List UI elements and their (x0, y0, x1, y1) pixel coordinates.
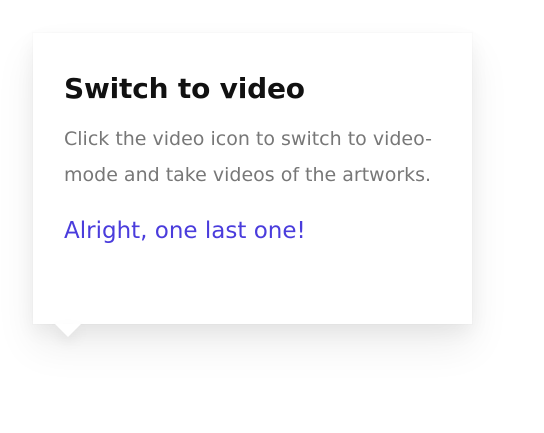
next-tip-button[interactable]: Alright, one last one! (64, 213, 306, 249)
tooltip-title: Switch to video (64, 72, 305, 105)
onboarding-tooltip: Switch to video Click the video icon to … (33, 33, 472, 324)
tooltip-pointer (55, 324, 81, 337)
tooltip-description: Click the video icon to switch to video-… (64, 128, 432, 186)
